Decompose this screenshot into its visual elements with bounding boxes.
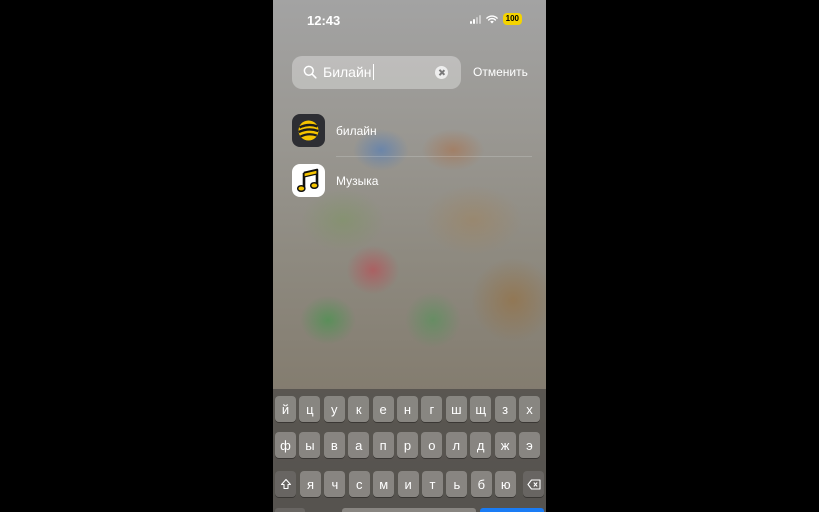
key-letter[interactable]: й <box>275 396 296 422</box>
battery-indicator: 100 <box>502 13 522 25</box>
music-note-icon <box>292 164 325 197</box>
search-result-music[interactable]: Музыка <box>292 164 532 200</box>
search-key[interactable] <box>480 508 544 512</box>
status-bar: 12:43 100 <box>273 0 546 40</box>
keyboard-row-2: фывапролджэ <box>273 432 546 458</box>
cellular-signal-icon <box>469 14 481 24</box>
key-letter[interactable]: п <box>372 432 394 458</box>
key-letter[interactable]: ь <box>446 471 468 497</box>
clear-search-icon[interactable] <box>435 66 448 79</box>
status-time: 12:43 <box>307 13 341 28</box>
key-letter[interactable]: я <box>300 471 321 497</box>
key-letter[interactable]: щ <box>470 396 492 422</box>
key-letter[interactable]: а <box>348 432 370 458</box>
key-letter[interactable]: ц <box>299 396 321 422</box>
key-letter[interactable]: з <box>494 396 516 422</box>
key-letter[interactable]: ж <box>494 432 516 458</box>
keyboard-bottom-row <box>273 508 546 512</box>
key-letter[interactable]: г <box>421 396 443 422</box>
key-letter[interactable]: л <box>445 432 467 458</box>
keyboard-row-3: ячсмитьбю <box>273 471 546 497</box>
screen-background: 12:43 100 Билайн Отменить билайн Музыка … <box>0 0 819 512</box>
key-letter[interactable]: ш <box>445 396 467 422</box>
cancel-button[interactable]: Отменить <box>473 65 528 79</box>
key-letter[interactable]: к <box>348 396 370 422</box>
numbers-key[interactable] <box>275 508 305 512</box>
key-letter[interactable]: м <box>373 471 395 497</box>
search-row: Билайн Отменить <box>292 56 532 89</box>
status-indicators: 100 <box>469 13 522 25</box>
key-letter[interactable]: в <box>323 432 345 458</box>
key-letter[interactable]: н <box>397 396 418 422</box>
result-label: билайн <box>336 124 377 138</box>
key-letter[interactable]: б <box>470 471 492 497</box>
search-result-beeline[interactable]: билайн <box>292 114 532 150</box>
keyboard: йцукенгшщзх фывапролджэ ячсмитьбю <box>273 389 546 512</box>
search-icon <box>303 65 317 79</box>
keyboard-row-1: йцукенгшщзх <box>273 396 546 422</box>
key-letter[interactable]: о <box>421 432 443 458</box>
search-input[interactable]: Билайн <box>323 63 433 81</box>
key-letter[interactable]: ю <box>495 471 517 497</box>
key-letter[interactable]: ы <box>299 432 321 458</box>
wifi-icon <box>485 14 498 23</box>
search-input-text: Билайн <box>323 64 372 80</box>
text-caret <box>372 64 375 80</box>
shift-icon[interactable] <box>275 471 296 497</box>
key-letter[interactable]: е <box>372 396 394 422</box>
backspace-icon[interactable] <box>523 471 544 497</box>
search-field[interactable]: Билайн <box>292 56 461 89</box>
key-letter[interactable]: д <box>470 432 492 458</box>
key-letter[interactable]: у <box>323 396 345 422</box>
beeline-logo-icon <box>292 114 325 147</box>
key-letter[interactable]: э <box>519 432 540 458</box>
key-letter[interactable]: и <box>397 471 419 497</box>
key-letter[interactable]: ч <box>324 471 346 497</box>
key-letter[interactable]: с <box>348 471 370 497</box>
result-divider <box>336 156 532 157</box>
key-letter[interactable]: ф <box>275 432 296 458</box>
result-label: Музыка <box>336 174 379 188</box>
key-letter[interactable]: х <box>519 396 540 422</box>
phone-screen: 12:43 100 Билайн Отменить билайн Музыка … <box>273 0 546 512</box>
key-letter[interactable]: т <box>422 471 443 497</box>
space-key[interactable] <box>342 508 476 512</box>
key-letter[interactable]: р <box>397 432 418 458</box>
